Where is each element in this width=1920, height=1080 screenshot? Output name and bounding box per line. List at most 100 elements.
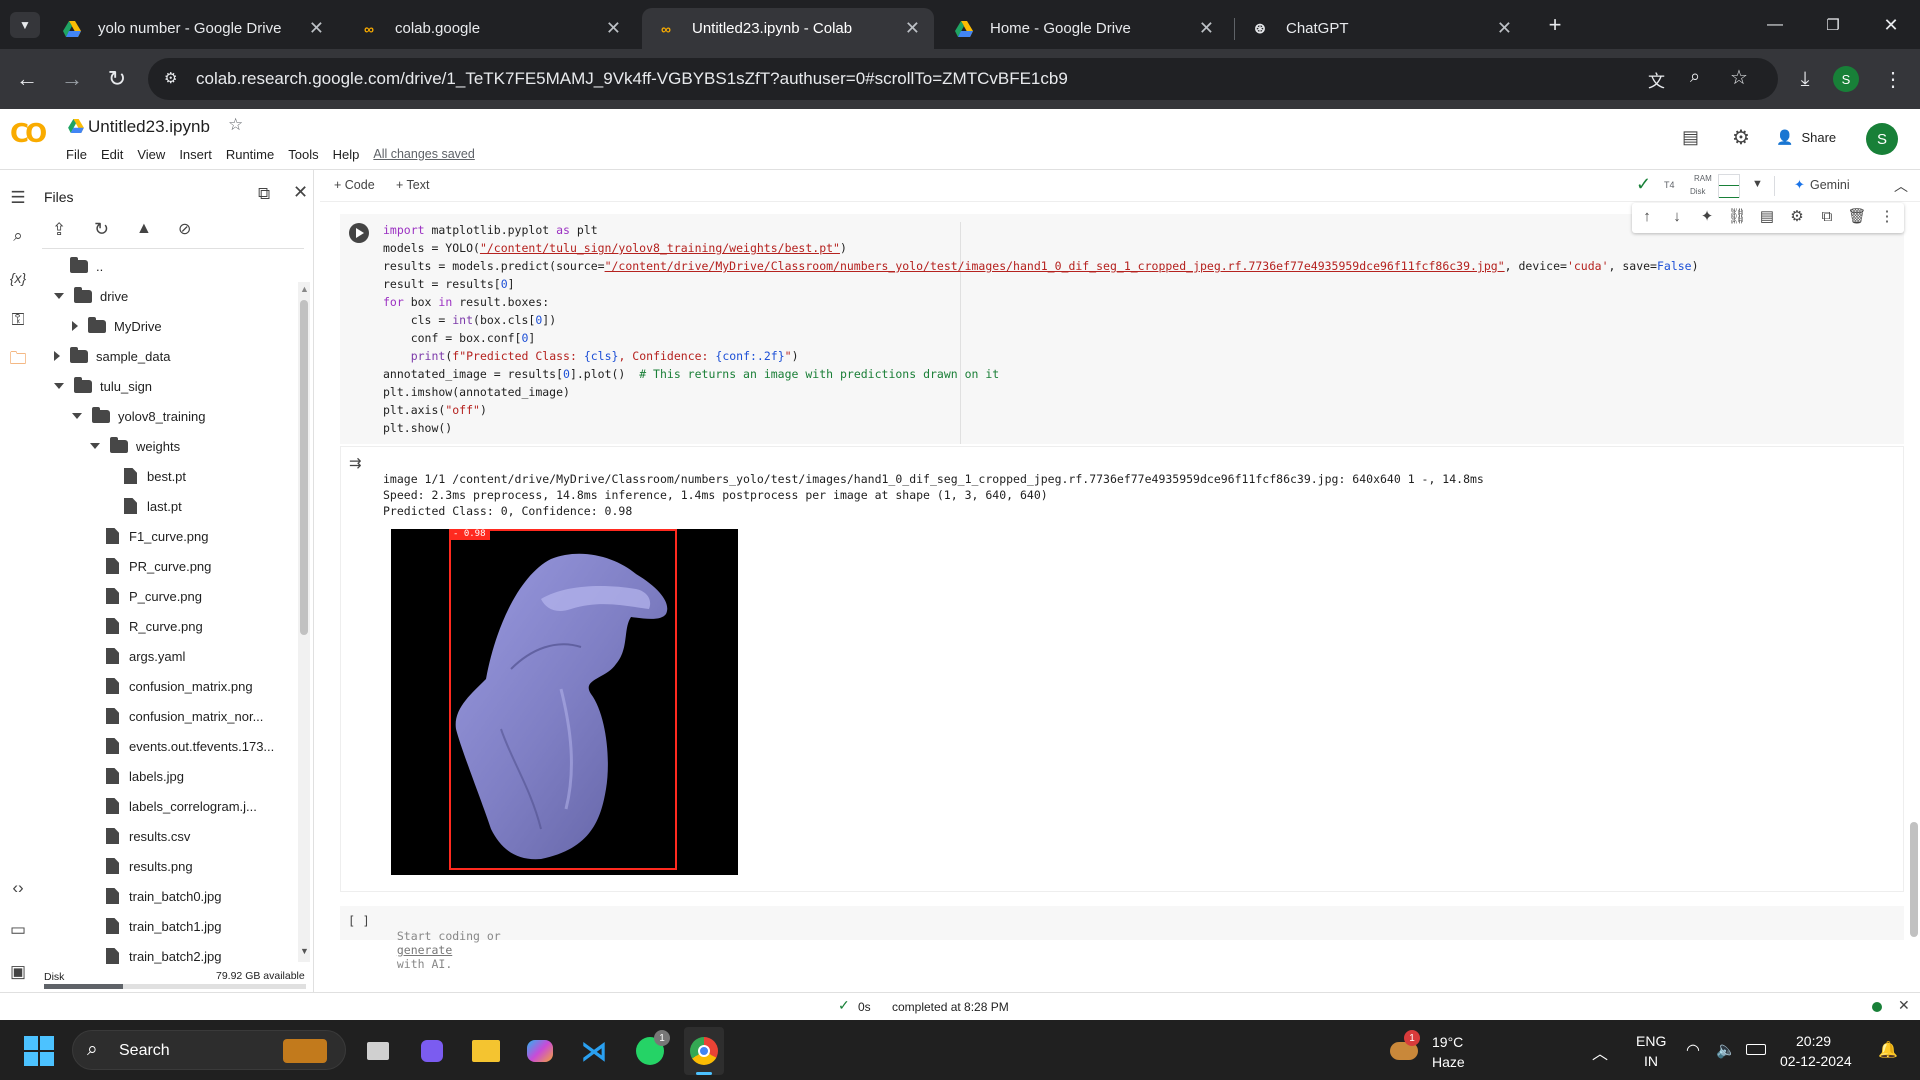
reload-icon[interactable]: ↻: [102, 64, 132, 94]
runtime-dropdown-icon[interactable]: ▼: [1752, 178, 1763, 190]
forward-icon[interactable]: →: [57, 64, 87, 94]
new-tab-icon[interactable]: +: [1540, 12, 1570, 38]
tree-file[interactable]: events.out.tfevents.173...: [90, 734, 274, 758]
clock-date[interactable]: 02-12-2024: [1780, 1053, 1852, 1069]
expand-caret-icon[interactable]: [54, 383, 64, 389]
close-tab-icon[interactable]: ✕: [309, 18, 324, 39]
scroll-down-arrow[interactable]: ▼: [300, 946, 309, 956]
menu-view[interactable]: View: [137, 147, 165, 162]
tree-file[interactable]: results.csv: [90, 824, 190, 848]
tree-file[interactable]: labels.jpg: [90, 764, 184, 788]
close-tab-icon[interactable]: ✕: [1497, 18, 1512, 39]
code-line[interactable]: cls = int(box.cls[0]): [383, 312, 556, 330]
comment-cell-icon[interactable]: ▤: [1756, 205, 1778, 227]
tree-file[interactable]: labels_correlogram.j...: [90, 794, 257, 818]
status-message[interactable]: completed at 8:28 PM: [892, 1000, 1009, 1014]
close-status-icon[interactable]: ✕: [1898, 997, 1910, 1014]
search-icon[interactable]: ⌕: [6, 224, 30, 248]
tree-folder[interactable]: drive: [54, 284, 128, 308]
table-of-contents-icon[interactable]: ☰: [6, 186, 30, 210]
close-tab-icon[interactable]: ✕: [1199, 18, 1214, 39]
notebook-scrollbar[interactable]: [1908, 202, 1920, 992]
file-tree-scrollbar[interactable]: ▲ ▼: [298, 282, 310, 962]
menu-file[interactable]: File: [66, 147, 87, 162]
tree-file[interactable]: confusion_matrix.png: [90, 674, 253, 698]
code-line[interactable]: result = results[0]: [383, 276, 515, 294]
copilot-app-icon[interactable]: [412, 1027, 452, 1075]
minimize-icon[interactable]: —: [1760, 10, 1790, 40]
tree-folder[interactable]: yolov8_training: [72, 404, 205, 428]
gemini-button[interactable]: Gemini: [1810, 178, 1850, 192]
expand-caret-icon[interactable]: [90, 443, 100, 449]
close-tab-icon[interactable]: ✕: [905, 18, 920, 39]
upload-icon[interactable]: ⇪: [52, 220, 66, 240]
code-line[interactable]: plt.show(): [383, 420, 452, 438]
code-line[interactable]: models = YOLO("/content/tulu_sign/yolov8…: [383, 240, 847, 258]
tree-file[interactable]: confusion_matrix_nor...: [90, 704, 263, 728]
profile-avatar[interactable]: S: [1833, 66, 1859, 92]
menu-runtime[interactable]: Runtime: [226, 147, 274, 162]
browser-tab[interactable]: ∞ colab.google ✕: [345, 8, 635, 49]
back-icon[interactable]: ←: [12, 64, 42, 94]
tree-folder[interactable]: sample_data: [54, 344, 170, 368]
refresh-icon[interactable]: ↻: [94, 219, 109, 240]
browser-tab[interactable]: yolo number - Google Drive ✕: [48, 8, 338, 49]
tree-file[interactable]: PR_curve.png: [90, 554, 211, 578]
code-line[interactable]: conf = box.conf[0]: [383, 330, 536, 348]
files-folder-icon[interactable]: 🗀: [6, 348, 30, 372]
code-line[interactable]: print(f"Predicted Class: {cls}, Confiden…: [383, 348, 799, 366]
more-options-icon[interactable]: ⋮: [1876, 205, 1898, 227]
tree-folder[interactable]: ..: [54, 254, 103, 278]
move-up-icon[interactable]: ↑: [1636, 205, 1658, 227]
tree-file[interactable]: args.yaml: [90, 644, 185, 668]
address-bar[interactable]: ⚙ colab.research.google.com/drive/1_TeTK…: [148, 58, 1778, 100]
share-button[interactable]: 👤 Share: [1776, 123, 1836, 151]
tree-file[interactable]: best.pt: [108, 464, 186, 488]
generate-link[interactable]: generate: [397, 943, 452, 957]
user-avatar[interactable]: S: [1866, 123, 1898, 155]
expand-caret-icon[interactable]: [54, 293, 64, 299]
empty-code-cell[interactable]: [340, 906, 1904, 940]
tree-file[interactable]: train_batch0.jpg: [90, 884, 222, 908]
zoom-icon[interactable]: ⌕: [1690, 66, 1700, 87]
add-text-button[interactable]: + Text: [396, 178, 429, 192]
language-bottom[interactable]: IN: [1644, 1053, 1658, 1069]
browser-tab[interactable]: Home - Google Drive ✕: [940, 8, 1228, 49]
language-top[interactable]: ENG: [1636, 1033, 1666, 1049]
start-button[interactable]: [24, 1036, 54, 1066]
browser-tab[interactable]: ⊛ ChatGPT ✕: [1236, 8, 1526, 49]
volume-icon[interactable]: 🔈: [1716, 1040, 1736, 1060]
runtime-type[interactable]: T4: [1664, 180, 1675, 190]
bookmark-star-icon[interactable]: ☆: [1730, 65, 1748, 90]
tree-file[interactable]: train_batch2.jpg: [90, 944, 222, 968]
copilot-icon[interactable]: [520, 1027, 560, 1075]
tree-file[interactable]: R_curve.png: [90, 614, 203, 638]
gemini-sparkle-icon[interactable]: ✦: [1696, 205, 1718, 227]
clock-time[interactable]: 20:29: [1796, 1033, 1831, 1049]
save-status[interactable]: All changes saved: [373, 147, 474, 162]
collapse-caret-icon[interactable]: [54, 351, 60, 361]
close-tab-icon[interactable]: ✕: [606, 18, 621, 39]
code-line[interactable]: plt.axis("off"): [383, 402, 487, 420]
taskbar-search[interactable]: ⌕ Search: [72, 1030, 346, 1070]
tree-folder[interactable]: weights: [90, 434, 180, 458]
tree-file[interactable]: P_curve.png: [90, 584, 202, 608]
tree-file[interactable]: last.pt: [108, 494, 182, 518]
collapse-caret-icon[interactable]: [72, 321, 78, 331]
notebook-title[interactable]: Untitled23.ipynb: [88, 117, 210, 137]
colab-logo[interactable]: CO: [10, 119, 54, 149]
output-actions-icon[interactable]: ⇉: [349, 454, 362, 472]
tree-file[interactable]: results.png: [90, 854, 193, 878]
resource-meter[interactable]: [1718, 174, 1740, 198]
cell-settings-icon[interactable]: ⚙: [1786, 205, 1808, 227]
translate-icon[interactable]: 文: [1648, 67, 1665, 92]
delete-cell-icon[interactable]: 🗑: [1846, 205, 1868, 227]
notifications-icon[interactable]: 🔔: [1878, 1040, 1898, 1060]
restore-icon[interactable]: ❐: [1818, 10, 1848, 40]
elapsed-time[interactable]: 0s: [858, 1000, 871, 1014]
scrollbar-thumb[interactable]: [300, 300, 308, 635]
settings-icon[interactable]: ⚙: [1732, 125, 1750, 150]
code-line[interactable]: results = models.predict(source="/conten…: [383, 258, 1699, 276]
tree-folder[interactable]: tulu_sign: [54, 374, 152, 398]
mirror-cell-icon[interactable]: ⧉: [1816, 205, 1838, 227]
